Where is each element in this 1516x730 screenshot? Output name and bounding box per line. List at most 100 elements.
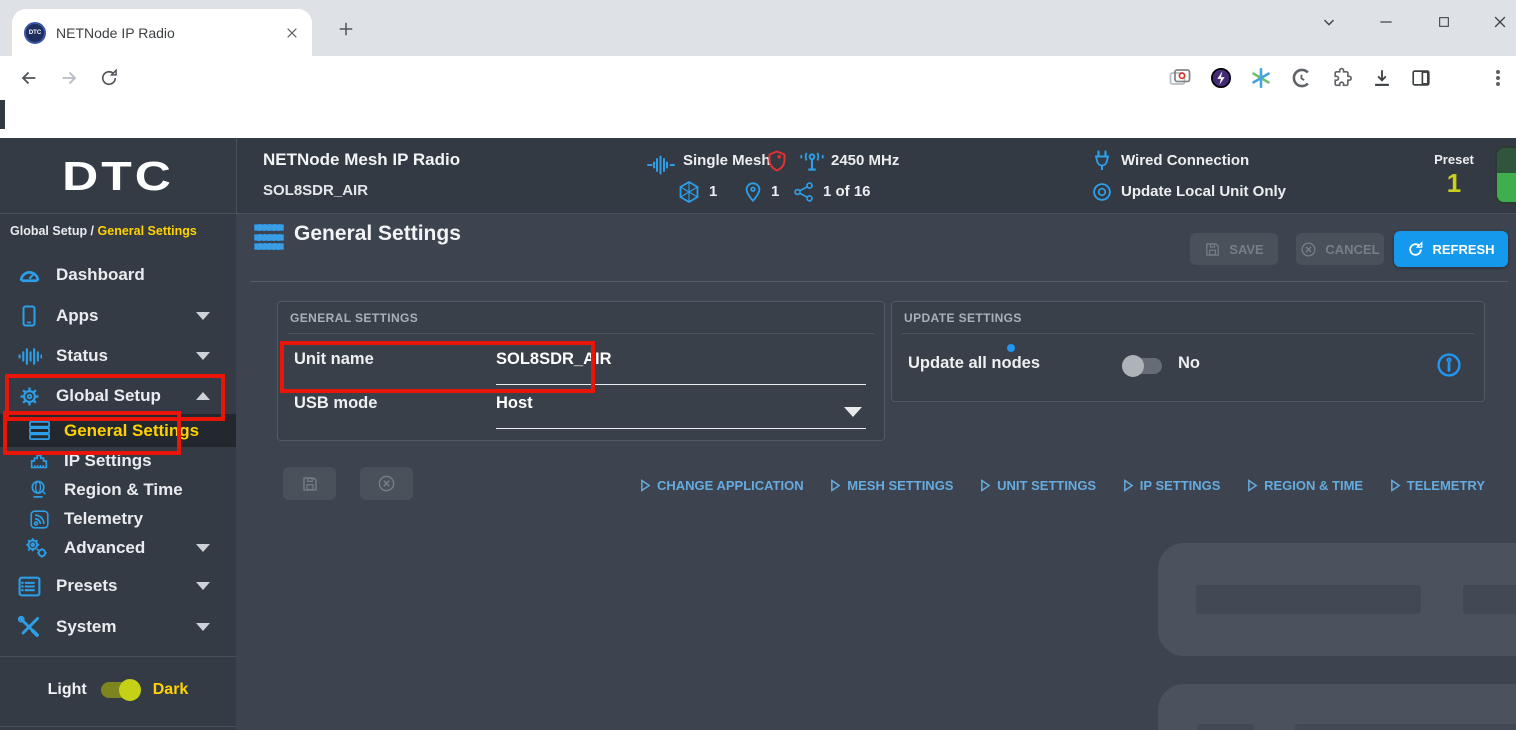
browser-menu-icon[interactable] xyxy=(1496,76,1500,80)
breadcrumb-parent[interactable]: Global Setup / xyxy=(10,224,98,238)
unit-name-input[interactable]: SOL8SDR_AIR xyxy=(496,350,612,369)
panel-title: UPDATE SETTINGS xyxy=(904,311,1022,325)
screenshot-extension-icon[interactable] xyxy=(1168,66,1192,90)
cancel-button[interactable]: CANCEL xyxy=(1296,233,1384,265)
sidebar-item-ip-settings[interactable]: IP Settings xyxy=(0,447,236,475)
clock-extension-icon[interactable] xyxy=(1290,67,1312,89)
info-icon[interactable] xyxy=(1436,352,1462,378)
product-name: NETNode Mesh IP Radio xyxy=(263,150,460,170)
link-change-application[interactable]: CHANGE APPLICATION xyxy=(640,478,804,493)
sidebar-item-label: Advanced xyxy=(64,538,145,558)
tab-search-chevron-icon[interactable] xyxy=(1320,13,1338,31)
save-label: SAVE xyxy=(1229,242,1263,257)
usb-mode-label: USB mode xyxy=(294,394,377,413)
side-panel-icon[interactable] xyxy=(1410,67,1432,89)
mesh-count: 1 xyxy=(709,183,717,200)
sidebar-item-dashboard[interactable]: Dashboard xyxy=(0,258,236,292)
save-icon-button[interactable] xyxy=(283,467,336,500)
sidebar-item-label: Dashboard xyxy=(56,265,145,285)
new-tab-icon[interactable] xyxy=(336,19,356,39)
theme-dark-label: Dark xyxy=(153,681,189,699)
device-header: NETNode Mesh IP Radio SOL8SDR_AIR Single… xyxy=(236,138,1516,213)
preset-label: Preset xyxy=(1432,152,1476,167)
link-region-time[interactable]: REGION & TIME xyxy=(1247,478,1363,493)
extensions-puzzle-icon[interactable] xyxy=(1331,67,1353,89)
sidebar: DTC Global Setup / General Settings Dash… xyxy=(0,138,236,730)
chevron-down-icon[interactable] xyxy=(196,623,210,631)
page-title: General Settings xyxy=(294,222,461,246)
downloads-icon[interactable] xyxy=(1371,67,1393,89)
sidebar-item-telemetry[interactable]: Telemetry xyxy=(0,505,236,533)
quick-links-row: CHANGE APPLICATION MESH SETTINGS UNIT SE… xyxy=(640,478,1485,493)
skeleton-card xyxy=(1158,543,1516,656)
sidebar-item-label: Region & Time xyxy=(64,480,183,500)
chevron-up-icon[interactable] xyxy=(196,392,210,400)
sidebar-item-advanced[interactable]: Advanced xyxy=(0,533,236,563)
skeleton-bar xyxy=(1196,585,1421,614)
back-icon[interactable] xyxy=(18,67,40,89)
sidebar-item-apps[interactable]: Apps xyxy=(0,299,236,333)
dtc-favicon: DTC xyxy=(24,22,46,44)
close-tab-icon[interactable] xyxy=(284,25,300,41)
skeleton-bar xyxy=(1197,724,1254,730)
chevron-down-icon[interactable] xyxy=(196,352,210,360)
breadcrumb-current: General Settings xyxy=(98,224,197,238)
chevron-down-icon[interactable] xyxy=(196,312,210,320)
window-minimize-icon[interactable] xyxy=(1377,13,1395,31)
floppy-icon xyxy=(301,475,319,493)
breadcrumb: Global Setup / General Settings xyxy=(10,224,197,238)
panel-header-divider xyxy=(902,333,1474,334)
unit-name-label: Unit name xyxy=(294,350,374,369)
update-all-nodes-toggle[interactable] xyxy=(1124,358,1162,374)
sidebar-item-label: IP Settings xyxy=(64,451,152,471)
link-mesh-settings[interactable]: MESH SETTINGS xyxy=(830,478,953,493)
browser-tab[interactable]: DTC NETNode IP Radio xyxy=(12,9,312,56)
sidebar-item-status[interactable]: Status xyxy=(0,339,236,373)
sidebar-item-global-setup[interactable]: Global Setup xyxy=(0,379,236,413)
gears-icon xyxy=(18,535,54,561)
chevron-down-icon[interactable] xyxy=(196,582,210,590)
gps-count: 1 xyxy=(771,183,779,200)
network-plug-icon xyxy=(24,450,54,472)
theme-toggle[interactable] xyxy=(101,682,139,698)
purple-bolt-extension-icon[interactable] xyxy=(1210,67,1232,89)
toggle-knob[interactable] xyxy=(1122,355,1144,377)
window-close-icon[interactable] xyxy=(1491,13,1509,31)
asterisk-extension-icon[interactable] xyxy=(1250,67,1272,89)
location-pin-icon xyxy=(742,181,764,203)
unit-name-underline xyxy=(496,384,866,385)
sidebar-item-presets[interactable]: Presets xyxy=(0,567,236,605)
refresh-button[interactable]: REFRESH xyxy=(1394,231,1508,267)
preset-status-icon xyxy=(1495,146,1516,204)
sidebar-item-label: Global Setup xyxy=(56,386,161,406)
dropdown-caret-icon[interactable] xyxy=(844,407,862,417)
cancel-label: CANCEL xyxy=(1325,242,1379,257)
device-unit-name: SOL8SDR_AIR xyxy=(263,182,368,199)
skeleton-bar xyxy=(1463,585,1516,614)
encryption-shield-icon xyxy=(765,149,789,173)
chevron-down-icon[interactable] xyxy=(196,544,210,552)
sidebar-bottom-divider xyxy=(0,726,236,727)
forward-icon[interactable] xyxy=(58,67,80,89)
link-telemetry[interactable]: TELEMETRY xyxy=(1390,478,1485,493)
sidebar-item-region-time[interactable]: Region & Time xyxy=(0,476,236,504)
sidebar-item-general-settings[interactable]: General Settings xyxy=(0,414,236,447)
panel-header-divider xyxy=(288,333,874,334)
link-ip-settings[interactable]: IP SETTINGS xyxy=(1123,478,1221,493)
preset-value: 1 xyxy=(1432,168,1476,199)
skeleton-card xyxy=(1158,684,1516,730)
link-unit-settings[interactable]: UNIT SETTINGS xyxy=(980,478,1096,493)
reload-icon[interactable] xyxy=(99,68,119,88)
phone-icon xyxy=(12,304,46,328)
cancel-icon-button[interactable] xyxy=(360,467,413,500)
dtc-logo: DTC xyxy=(0,151,236,200)
sidebar-item-label: Telemetry xyxy=(64,509,143,529)
usb-mode-select[interactable]: Host xyxy=(496,394,533,413)
window-maximize-icon[interactable] xyxy=(1436,14,1452,30)
sidebar-divider xyxy=(0,656,236,657)
usb-mode-underline xyxy=(496,428,866,429)
link-label: TELEMETRY xyxy=(1407,478,1485,493)
sidebar-item-system[interactable]: System xyxy=(0,608,236,646)
save-button[interactable]: SAVE xyxy=(1190,233,1278,265)
theme-toggle-knob[interactable] xyxy=(119,679,141,701)
